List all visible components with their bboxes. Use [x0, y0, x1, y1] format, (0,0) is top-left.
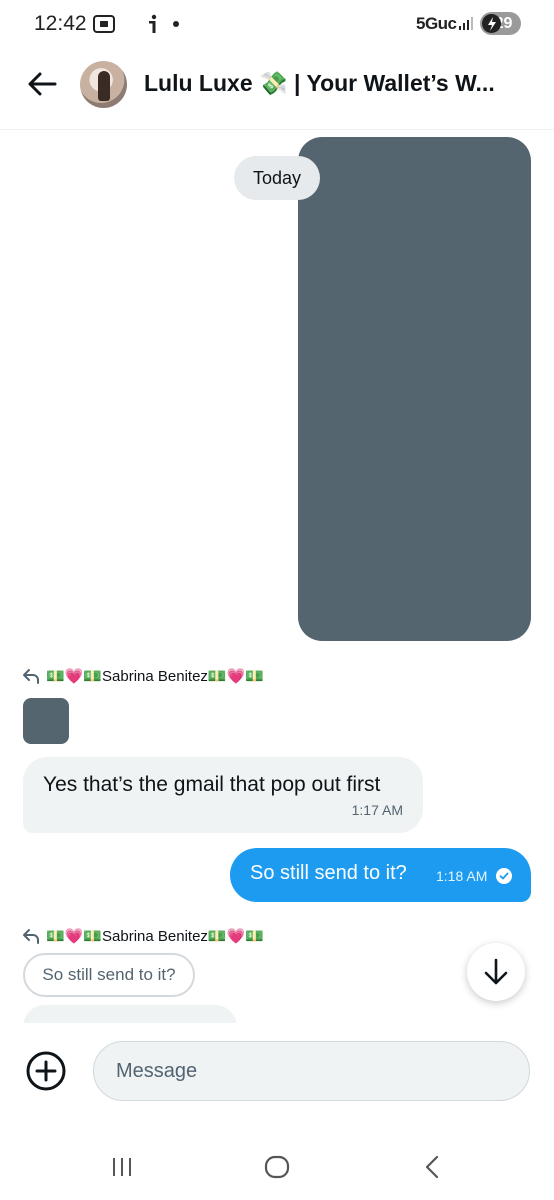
reply-reference: 💵💗💵Sabrina Benitez💵💗💵 [22, 667, 264, 685]
signal-icon [459, 17, 473, 30]
message-text: Yes that’s the gmail that pop out first [43, 773, 381, 796]
message-list[interactable]: Today 💵💗💵Sabrina Benitez💵💗💵 Yes that’s t… [0, 131, 554, 1023]
outgoing-message[interactable]: So still send to it? 1:18 AM [230, 848, 531, 902]
notification-dot-icon [173, 21, 179, 27]
message-time: 1:17 AM [351, 802, 403, 818]
quoted-message[interactable]: So still send to it? [23, 953, 195, 997]
conversation-header: Lulu Luxe 💸 | Your Wallet’s W... [0, 48, 554, 130]
arrow-down-icon [484, 958, 508, 985]
status-time: 12:42 [34, 12, 87, 35]
chevron-left-icon [425, 1155, 439, 1179]
media-message[interactable] [298, 137, 531, 641]
network-type: 5Guc [416, 14, 457, 33]
recent-apps-button[interactable] [102, 1152, 142, 1182]
charging-bolt-icon [482, 14, 501, 33]
reply-arrow-icon [23, 669, 39, 684]
message-text: So still send to it? [250, 862, 407, 884]
incoming-message[interactable]: Yes that’s the gmail that pop out first … [23, 757, 423, 833]
status-bar: 12:42 5Guc 29 [0, 0, 554, 48]
battery-indicator: 29 [480, 12, 521, 35]
back-nav-button[interactable] [412, 1152, 452, 1182]
home-button[interactable] [257, 1152, 297, 1182]
reply-reference-label: 💵💗💵Sabrina Benitez💵💗💵 [46, 668, 264, 685]
system-nav-bar [0, 1130, 554, 1200]
back-button[interactable] [24, 66, 60, 102]
conversation-title[interactable]: Lulu Luxe 💸 | Your Wallet’s W... [144, 70, 524, 97]
date-divider: Today [234, 156, 320, 200]
info-icon [149, 14, 157, 33]
message-time: 1:18 AM [436, 868, 488, 884]
check-circle-icon [496, 868, 512, 884]
add-attachment-button[interactable] [25, 1050, 67, 1092]
avatar[interactable] [80, 61, 127, 108]
scroll-to-bottom-button[interactable] [467, 943, 525, 1001]
reply-arrow-icon [23, 929, 39, 944]
media-thumbnail[interactable] [23, 698, 69, 744]
arrow-left-icon [28, 72, 57, 96]
plus-circle-icon [26, 1051, 66, 1091]
screenshot-icon [93, 15, 115, 33]
message-composer [0, 1023, 554, 1123]
recent-apps-icon [113, 1158, 131, 1176]
incoming-message-partial[interactable] [23, 1005, 237, 1023]
reply-reference: 💵💗💵Sabrina Benitez💵💗💵 [22, 927, 264, 945]
home-icon [264, 1155, 290, 1179]
message-input[interactable] [93, 1041, 530, 1101]
reply-reference-label: 💵💗💵Sabrina Benitez💵💗💵 [46, 928, 264, 945]
